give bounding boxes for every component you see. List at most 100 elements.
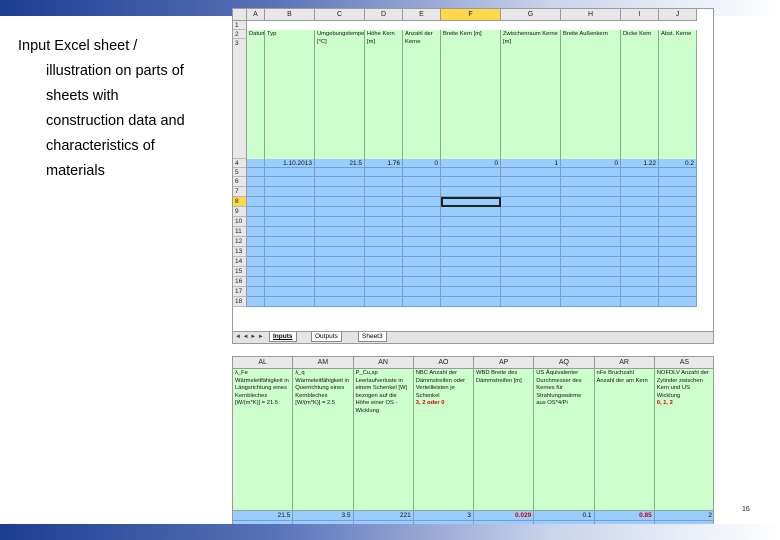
empty-cell[interactable] xyxy=(441,227,501,237)
empty-cell[interactable] xyxy=(441,177,501,187)
empty-cell[interactable] xyxy=(247,237,265,247)
empty-cell[interactable] xyxy=(315,187,365,197)
row-header[interactable]: 12 xyxy=(233,237,247,247)
empty-cell[interactable] xyxy=(315,267,365,277)
empty-cell[interactable] xyxy=(659,287,697,297)
empty-cell[interactable] xyxy=(621,177,659,187)
sheet-tab[interactable]: Outputs xyxy=(311,332,342,342)
empty-cell[interactable] xyxy=(403,267,441,277)
empty-cell[interactable] xyxy=(315,297,365,307)
row-header[interactable]: 11 xyxy=(233,227,247,237)
column-header[interactable]: F xyxy=(441,9,501,21)
empty-cell[interactable] xyxy=(365,287,403,297)
sheet-nav-arrows[interactable]: ◄ ◄ ► ► xyxy=(235,332,264,342)
empty-cell[interactable] xyxy=(365,257,403,267)
empty-cell[interactable] xyxy=(265,177,315,187)
empty-cell[interactable] xyxy=(441,247,501,257)
empty-cell[interactable] xyxy=(365,277,403,287)
empty-cell[interactable] xyxy=(561,237,621,247)
empty-cell[interactable] xyxy=(659,257,697,267)
column-header[interactable]: AN xyxy=(353,357,414,369)
data-cell[interactable]: 2 xyxy=(654,511,713,521)
empty-cell[interactable] xyxy=(561,168,621,177)
column-header[interactable]: AO xyxy=(413,357,474,369)
empty-cell[interactable] xyxy=(403,257,441,267)
empty-cell[interactable] xyxy=(441,207,501,217)
empty-cell[interactable] xyxy=(403,197,441,207)
empty-cell[interactable] xyxy=(621,187,659,197)
empty-cell[interactable] xyxy=(265,237,315,247)
empty-cell[interactable] xyxy=(441,297,501,307)
row-header[interactable]: 16 xyxy=(233,277,247,287)
header-cell[interactable]: Abst. Kerne xyxy=(659,30,697,168)
header-cell[interactable]: nFe Bruchzahl Anzahl der am Kern xyxy=(594,369,655,511)
header-cell[interactable]: Dicke Kern xyxy=(621,30,659,168)
empty-cell[interactable] xyxy=(403,237,441,247)
empty-cell[interactable] xyxy=(247,247,265,257)
empty-cell[interactable] xyxy=(621,197,659,207)
empty-cell[interactable] xyxy=(501,297,561,307)
row-header[interactable]: 17 xyxy=(233,287,247,297)
row-header[interactable]: 18 xyxy=(233,297,247,307)
empty-cell[interactable] xyxy=(659,237,697,247)
empty-cell[interactable] xyxy=(365,207,403,217)
data-cell[interactable]: 21.5 xyxy=(315,159,365,168)
row-header[interactable]: 5 xyxy=(233,168,247,177)
empty-cell[interactable] xyxy=(403,227,441,237)
empty-cell[interactable] xyxy=(561,227,621,237)
data-cell[interactable]: 0.85 xyxy=(594,511,655,521)
empty-cell[interactable] xyxy=(501,177,561,187)
empty-cell[interactable] xyxy=(403,297,441,307)
column-header[interactable]: G xyxy=(501,9,561,21)
row-header[interactable]: 8 xyxy=(233,197,247,207)
empty-cell[interactable] xyxy=(561,267,621,277)
row-header[interactable]: 3 xyxy=(233,39,247,159)
empty-cell[interactable] xyxy=(659,197,697,207)
empty-cell[interactable] xyxy=(265,267,315,277)
empty-cell[interactable] xyxy=(365,237,403,247)
data-cell[interactable] xyxy=(247,159,265,168)
empty-cell[interactable] xyxy=(247,287,265,297)
empty-cell[interactable] xyxy=(441,257,501,267)
empty-cell[interactable] xyxy=(501,227,561,237)
empty-cell[interactable] xyxy=(621,237,659,247)
empty-cell[interactable] xyxy=(247,267,265,277)
header-cell[interactable]: Umgebungstemperatur [°C] xyxy=(315,30,365,168)
empty-cell[interactable] xyxy=(441,217,501,227)
empty-cell[interactable] xyxy=(501,207,561,217)
empty-cell[interactable] xyxy=(265,287,315,297)
data-cell[interactable]: 1 xyxy=(501,159,561,168)
empty-cell[interactable] xyxy=(561,297,621,307)
empty-cell[interactable] xyxy=(265,227,315,237)
empty-cell[interactable] xyxy=(659,267,697,277)
empty-cell[interactable] xyxy=(403,217,441,227)
empty-cell[interactable] xyxy=(403,277,441,287)
spreadsheet-inputs[interactable]: A B C D E F G H I J 1 2 3 4 5 6 7 8 9 10 11 12 13 14 15 16 17 18 Dat… xyxy=(232,8,714,344)
empty-cell[interactable] xyxy=(659,217,697,227)
empty-cell[interactable] xyxy=(265,217,315,227)
empty-cell[interactable] xyxy=(403,207,441,217)
data-cell[interactable]: 3 xyxy=(413,511,474,521)
data-cell[interactable]: 0 xyxy=(561,159,621,168)
empty-cell[interactable] xyxy=(365,187,403,197)
empty-cell[interactable] xyxy=(621,227,659,237)
column-header[interactable]: J xyxy=(659,9,697,21)
empty-cell[interactable] xyxy=(403,168,441,177)
column-header[interactable]: E xyxy=(403,9,441,21)
empty-cell[interactable] xyxy=(441,267,501,277)
empty-cell[interactable] xyxy=(315,207,365,217)
header-cell[interactable]: NBC Anzahl der Dämmstreifen oder Verteil… xyxy=(413,369,474,511)
row-header[interactable]: 13 xyxy=(233,247,247,257)
empty-cell[interactable] xyxy=(265,207,315,217)
column-header[interactable]: AS xyxy=(654,357,713,369)
empty-cell[interactable] xyxy=(501,168,561,177)
data-cell[interactable]: 1.76 xyxy=(365,159,403,168)
data-cell[interactable]: 0 xyxy=(403,159,441,168)
empty-cell[interactable] xyxy=(621,297,659,307)
empty-cell[interactable] xyxy=(621,207,659,217)
empty-cell[interactable] xyxy=(441,237,501,247)
header-cell[interactable]: WBD Breite des Dämmstreifen [m] xyxy=(474,369,535,511)
empty-cell[interactable] xyxy=(403,187,441,197)
header-cell[interactable]: λ_q Wärmeleitfähigkeit in Querrichtung e… xyxy=(293,369,354,511)
empty-cell[interactable] xyxy=(659,207,697,217)
